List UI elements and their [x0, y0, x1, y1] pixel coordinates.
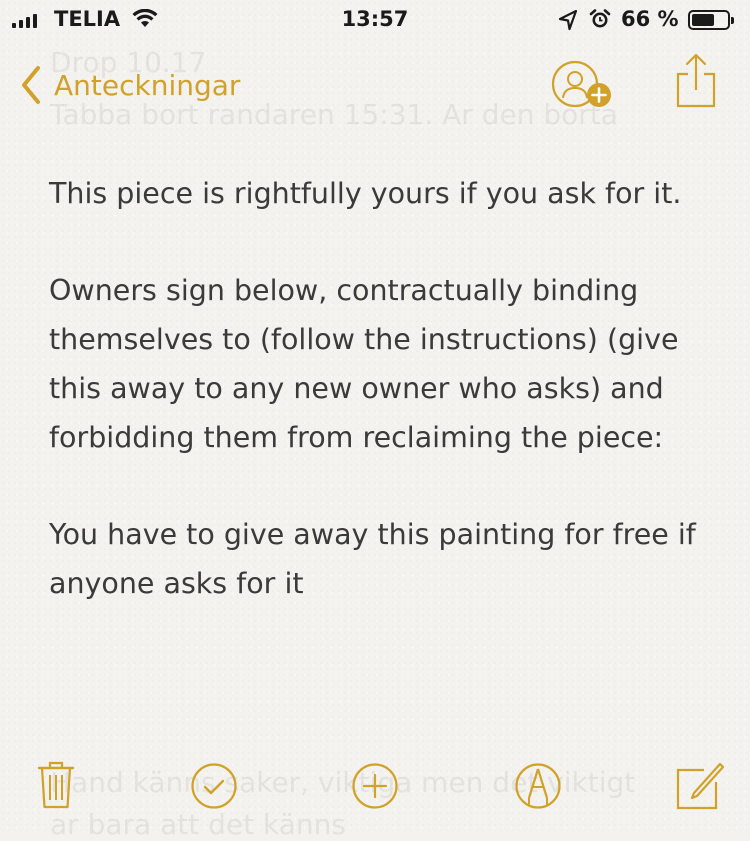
add-people-icon[interactable]	[548, 60, 616, 112]
note-paragraph[interactable]: This piece is rightfully yours if you as…	[49, 170, 719, 219]
battery-percentage: 66 %	[621, 7, 679, 31]
back-button[interactable]: Anteckningar	[20, 60, 240, 110]
markup-pen-icon[interactable]	[514, 762, 562, 810]
checklist-icon[interactable]	[190, 762, 238, 810]
battery-level-fill	[692, 14, 714, 26]
compose-icon[interactable]	[674, 760, 726, 812]
background-text-line: ar bara att det känns	[50, 808, 346, 841]
trash-icon[interactable]	[37, 760, 75, 810]
back-button-label: Anteckningar	[54, 68, 241, 102]
alarm-clock-icon	[589, 9, 611, 28]
note-paragraph[interactable]: Owners sign below, contractually binding…	[49, 267, 719, 462]
add-icon[interactable]	[351, 762, 399, 810]
battery-icon	[688, 10, 734, 30]
share-icon[interactable]	[674, 52, 718, 110]
status-bar: TELIA 13:57 66 %	[0, 0, 750, 40]
note-body[interactable]: This piece is rightfully yours if you as…	[49, 170, 719, 657]
note-paragraph[interactable]: You have to give away this painting for …	[49, 511, 719, 608]
chevron-left-icon	[22, 66, 40, 104]
location-arrow-icon	[558, 9, 578, 31]
